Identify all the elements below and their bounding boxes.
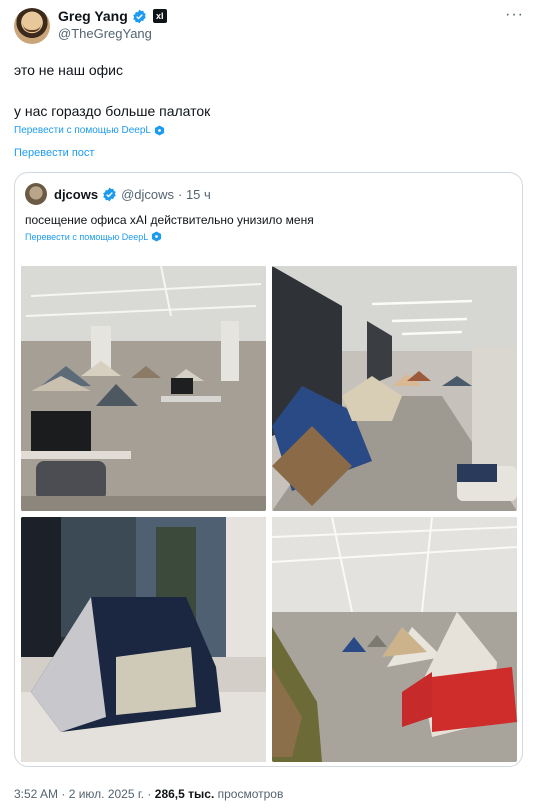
tweet-header: Greg Yang xI @TheGregYang ···: [14, 6, 524, 46]
views-label: просмотров: [217, 787, 284, 801]
author-handle[interactable]: @TheGregYang: [58, 26, 152, 41]
office-tents-photo-3[interactable]: [21, 517, 266, 762]
quoted-author-avatar[interactable]: [25, 183, 47, 205]
office-tents-photo-1[interactable]: [21, 266, 266, 511]
office-tents-photo-2[interactable]: [272, 266, 517, 511]
quoted-tweet-time[interactable]: · 15 ч: [178, 187, 211, 202]
quoted-deepl-label: Перевести с помощью DeepL: [25, 231, 149, 242]
tweet-footer: 3:52 AM · 2 июл. 2025 г. · 286,5 тыс. пр…: [14, 787, 283, 801]
quoted-author-handle[interactable]: @djcows: [121, 187, 174, 202]
translate-post-link[interactable]: Перевести пост: [14, 147, 94, 159]
quoted-tweet[interactable]: djcows @djcows · 15 ч посещение офиса xA…: [14, 172, 523, 767]
verified-badge-icon: [133, 9, 146, 23]
deepl-translate-link[interactable]: Перевести с помощью DeepL: [14, 125, 165, 136]
author-name[interactable]: Greg Yang: [58, 8, 128, 24]
tweet-text-line-1: это не наш офис: [14, 62, 123, 78]
quoted-tweet-header: djcows @djcows · 15 ч: [25, 183, 211, 205]
deepl-icon: [152, 231, 162, 242]
verified-badge-icon: [103, 187, 116, 201]
quoted-tweet-text: посещение офиса xAI действительно унизил…: [25, 213, 314, 227]
deepl-icon: [154, 125, 165, 136]
author-name-row: Greg Yang xI: [58, 8, 167, 24]
affiliate-badge[interactable]: xI: [152, 9, 167, 23]
quoted-deepl-translate-link[interactable]: Перевести с помощью DeepL: [25, 231, 162, 242]
office-tents-photo-4[interactable]: [272, 517, 517, 762]
more-icon[interactable]: ···: [505, 6, 524, 24]
author-avatar[interactable]: [14, 8, 50, 44]
tweet-time[interactable]: 3:52 AM: [14, 787, 58, 801]
deepl-label: Перевести с помощью DeepL: [14, 125, 151, 136]
quoted-author-name[interactable]: djcows: [54, 187, 98, 202]
views-count: 286,5 тыс.: [154, 787, 215, 801]
tweet-text-line-2: у нас гораздо больше палаток: [14, 103, 211, 119]
tweet-date[interactable]: · 2 июл. 2025 г. ·: [61, 787, 151, 801]
